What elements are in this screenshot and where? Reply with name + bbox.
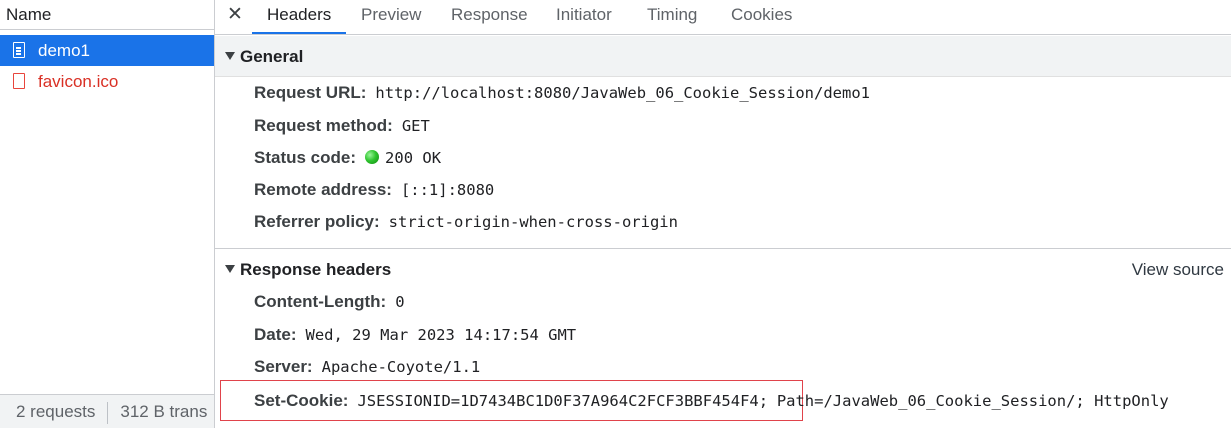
header-row-date: Date: Wed, 29 Mar 2023 14:17:54 GMT [254,322,576,348]
header-key: Set-Cookie: [254,391,349,410]
header-row-remote-address: Remote address: [::1]:8080 [254,177,494,203]
header-value: 200 OK [385,149,442,167]
tab-initiator[interactable]: Initiator [556,0,612,34]
section-title: Response headers [240,260,392,279]
header-row-request-method: Request method: GET [254,113,430,139]
status-divider [107,401,109,424]
header-row-referrer-policy: Referrer policy: strict-origin-when-cross… [254,209,678,235]
response-headers-section-header[interactable]: Response headers View source [215,248,1231,289]
header-value: GET [401,117,430,135]
status-ok-icon [365,150,380,164]
header-value: http://localhost:8080/JavaWeb_06_Cookie_… [375,84,870,102]
request-row-favicon[interactable]: favicon.ico [0,66,214,97]
general-section-header[interactable]: General [215,36,1231,77]
network-status-bar: 2 requests 312 B trans [0,394,214,428]
document-icon [13,42,25,58]
header-key: Remote address: [254,180,392,199]
close-icon[interactable]: ✕ [227,2,243,28]
header-row-request-url: Request URL: http://localhost:8080/JavaWe… [254,80,870,106]
collapse-triangle-icon [225,265,235,273]
header-key: Request method: [254,116,393,135]
header-key: Referrer policy: [254,212,380,231]
header-key: Content-Length: [254,292,387,311]
header-row-set-cookie: Set-Cookie: JSESSIONID=1D7434BC1D0F37A964… [254,388,1169,414]
header-key: Request URL: [254,83,367,102]
header-key: Date: [254,325,297,344]
name-column-header[interactable]: Name [0,0,214,30]
header-value: [::1]:8080 [400,181,495,199]
header-row-status-code: Status code: 200 OK [254,145,441,171]
section-title: General [240,47,304,66]
file-error-icon [13,73,25,89]
header-value-rest: Path=/JavaWeb_06_Cookie_Session/; HttpOn… [776,392,1169,410]
tab-cookies[interactable]: Cookies [731,0,792,34]
transferred-size: 312 B trans [120,402,208,421]
collapse-triangle-icon [225,52,235,60]
request-row-demo1[interactable]: demo1 [0,35,214,66]
request-details-panel: ✕ Headers Preview Response Initiator Tim… [215,0,1231,428]
header-value: Apache-Coyote/1.1 [321,358,481,376]
header-row-content-length: Content-Length: 0 [254,289,405,315]
header-value: strict-origin-when-cross-origin [388,213,678,231]
tab-timing[interactable]: Timing [647,0,697,34]
request-name: demo1 [38,41,90,60]
request-name: favicon.ico [38,72,119,91]
details-tab-bar: ✕ Headers Preview Response Initiator Tim… [215,0,1231,35]
view-source-link[interactable]: View source [1132,249,1224,290]
tab-preview[interactable]: Preview [361,0,421,34]
request-list-panel: Name demo1 favicon.ico 2 requests 312 B t… [0,0,215,428]
header-value: 0 [395,293,405,311]
header-value: JSESSIONID=1D7434BC1D0F37A964C2FCF3BBF45… [357,392,769,410]
request-count: 2 requests [16,402,96,421]
header-row-server: Server: Apache-Coyote/1.1 [254,354,480,380]
tab-response[interactable]: Response [451,0,528,34]
header-key: Server: [254,357,313,376]
header-key: Status code: [254,148,357,167]
header-value: Wed, 29 Mar 2023 14:17:54 GMT [305,326,577,344]
tab-headers[interactable]: Headers [251,0,347,34]
